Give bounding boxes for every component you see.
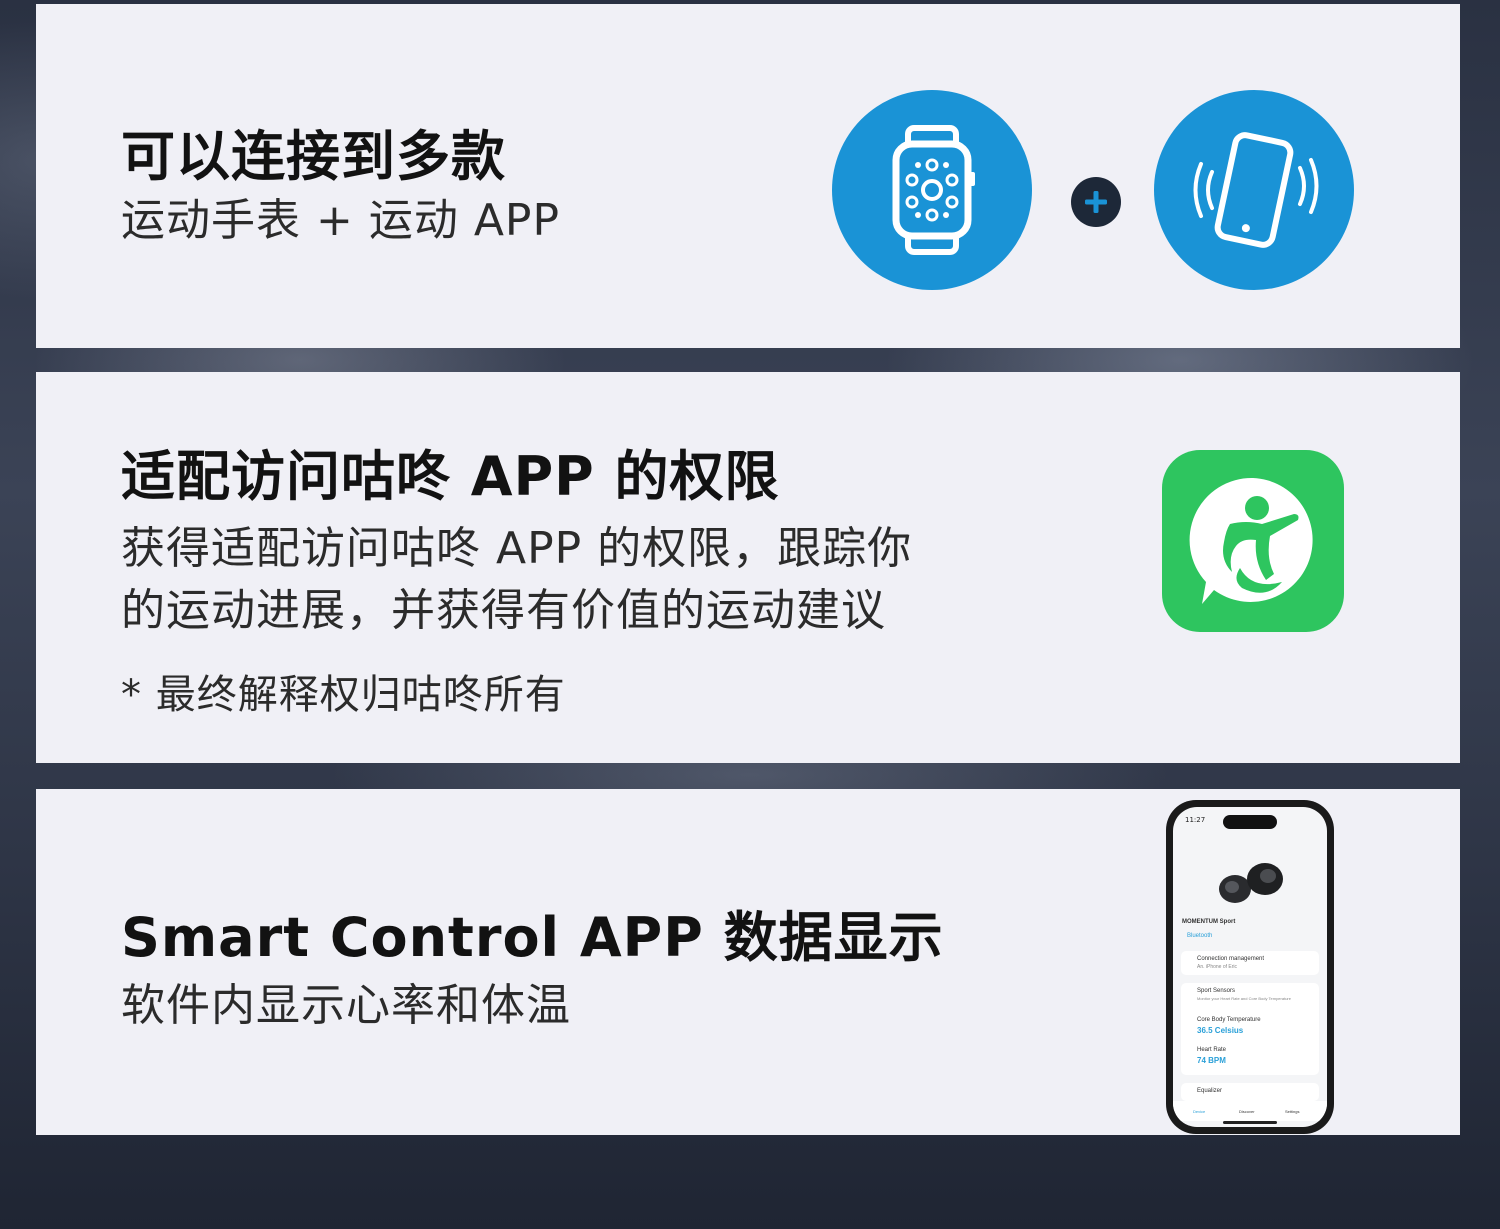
earbuds-image bbox=[1213, 853, 1293, 917]
phone-tab-discover[interactable]: Discover bbox=[1239, 1109, 1255, 1114]
home-indicator bbox=[1223, 1121, 1277, 1124]
phone-tab-device[interactable]: Device bbox=[1193, 1109, 1205, 1114]
smartwatch-icon bbox=[832, 90, 1032, 290]
phone-sport-sensors-label: Sport Sensors bbox=[1197, 988, 1236, 994]
phone-connection-row[interactable]: Connection management An. iPhone of Eric bbox=[1181, 951, 1319, 975]
phone-equalizer-label: Equalizer bbox=[1197, 1088, 1223, 1094]
codoon-title: 适配访问咕咚 APP 的权限 bbox=[121, 445, 780, 508]
smart-control-subtitle: 软件内显示心率和体温 bbox=[121, 980, 571, 1031]
smart-control-title: Smart Control APP 数据显示 bbox=[121, 906, 944, 969]
codoon-description-line-1: 获得适配访问咕咚 APP 的权限，跟踪你 bbox=[121, 523, 913, 574]
smart-control-phone-mockup: 11:27 MOMENTUM Sport Bluetooth Connectio… bbox=[1166, 800, 1334, 1134]
codoon-disclaimer: * 最终解释权归咕咚所有 bbox=[121, 672, 566, 718]
phone-bluetooth-label: Bluetooth bbox=[1187, 933, 1213, 939]
phone-equalizer-row[interactable]: Equalizer bbox=[1181, 1083, 1319, 1101]
plus-icon bbox=[1071, 177, 1121, 227]
connect-title: 可以连接到多款 bbox=[121, 125, 506, 188]
phone-tab-settings[interactable]: Settings bbox=[1285, 1109, 1299, 1114]
phone-heart-rate-value: 74 BPM bbox=[1197, 1056, 1226, 1065]
codoon-app-icon bbox=[1162, 450, 1344, 632]
phone-connection-sub: An. iPhone of Eric bbox=[1197, 964, 1238, 970]
feature-card-codoon: 适配访问咕咚 APP 的权限 获得适配访问咕咚 APP 的权限，跟踪你 的运动进… bbox=[36, 372, 1460, 763]
phone-product-name: MOMENTUM Sport bbox=[1182, 919, 1236, 925]
phone-tab-bar: Device Discover Settings bbox=[1173, 1101, 1327, 1121]
phone-connection-label: Connection management bbox=[1197, 956, 1265, 962]
phone-sport-sensors-panel: Sport Sensors Monitor your Heart Rate an… bbox=[1181, 983, 1319, 1075]
feature-card-connect: 可以连接到多款 运动手表 + 运动 APP bbox=[36, 4, 1460, 348]
phone-body-temp-value: 36.5 Celsius bbox=[1197, 1026, 1244, 1035]
connect-subtitle: 运动手表 + 运动 APP bbox=[121, 195, 560, 246]
vibrating-phone-icon bbox=[1154, 90, 1354, 290]
dynamic-island bbox=[1223, 815, 1277, 829]
phone-sport-sensors-sub: Monitor your Heart Rate and Core Body Te… bbox=[1197, 996, 1291, 1001]
phone-body-temp-label: Core Body Temperature bbox=[1197, 1017, 1261, 1023]
phone-status-time: 11:27 bbox=[1185, 816, 1206, 824]
phone-heart-rate-label: Heart Rate bbox=[1197, 1047, 1227, 1053]
codoon-description-line-2: 的运动进展，并获得有价值的运动建议 bbox=[121, 585, 886, 636]
phone-screen: 11:27 MOMENTUM Sport Bluetooth Connectio… bbox=[1173, 807, 1327, 1127]
feature-card-smart-control: Smart Control APP 数据显示 软件内显示心率和体温 11:27 … bbox=[36, 789, 1460, 1135]
